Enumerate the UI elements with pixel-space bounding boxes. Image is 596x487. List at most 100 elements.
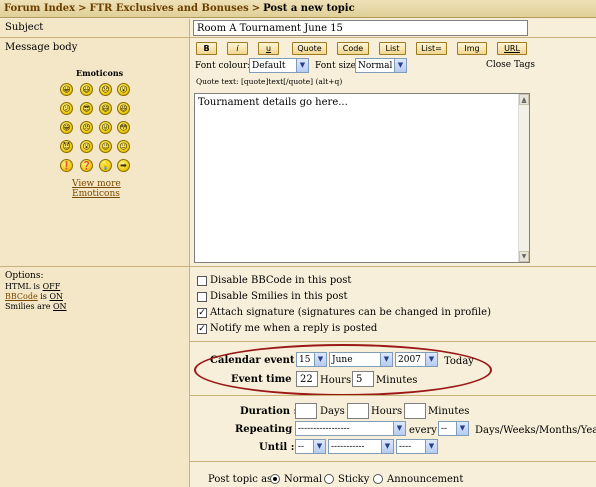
duration-minutes-label: Minutes: [428, 406, 470, 417]
view-more-emoticons-link[interactable]: View more: [72, 179, 121, 189]
duration-days-input[interactable]: [295, 403, 317, 419]
emoticon-icon[interactable]: 😁: [60, 121, 73, 134]
duration-minutes-input[interactable]: [404, 403, 426, 419]
emoticon-icon[interactable]: 😮: [80, 140, 93, 153]
quote-hint: Quote text: [quote]text[/quote] (alt+q): [196, 77, 343, 86]
emoticon-icon[interactable]: 😆: [117, 102, 130, 115]
subject-input[interactable]: [193, 20, 528, 36]
post-announcement-label: Announcement: [387, 474, 464, 485]
emoticon-icon[interactable]: 😠: [80, 121, 93, 134]
underline-button[interactable]: u: [258, 42, 279, 55]
bbcode-status: BBCode is ON: [5, 292, 64, 301]
disable-bbcode-label: Disable BBCode in this post: [210, 275, 352, 286]
emoticon-icon[interactable]: 😈: [60, 140, 73, 153]
italic-button[interactable]: i: [227, 42, 248, 55]
chevron-down-icon: ▼: [456, 422, 468, 435]
breadcrumb-separator: >: [78, 3, 87, 14]
post-topic-as-label: Post topic as:: [208, 474, 276, 485]
font-size-select[interactable]: Normal ▼: [355, 58, 407, 73]
notify-reply-checkbox[interactable]: ✓: [197, 324, 207, 334]
post-sticky-radio[interactable]: [324, 474, 334, 484]
notify-reply-label: Notify me when a reply is posted: [210, 323, 378, 334]
font-size-label: Font size:: [315, 61, 360, 71]
duration-hours-input[interactable]: [347, 403, 369, 419]
bbcode-link[interactable]: BBCode: [5, 292, 38, 301]
bold-button[interactable]: B: [196, 42, 217, 55]
until-day-select[interactable]: -- ▼: [295, 439, 326, 454]
message-body-label: Message body: [5, 42, 78, 53]
chevron-down-icon: ▼: [313, 440, 325, 453]
attach-signature-checkbox[interactable]: ✓: [197, 308, 207, 318]
attach-signature-label: Attach signature (signatures can be chan…: [210, 307, 491, 318]
emoticon-icon[interactable]: 😕: [60, 102, 73, 115]
until-year-select[interactable]: ---- ▼: [396, 439, 438, 454]
highlight-ellipse: [194, 344, 492, 396]
font-colour-label: Font colour:: [195, 61, 251, 71]
post-sticky-label: Sticky: [338, 474, 370, 485]
emoticon-icon[interactable]: ❓: [80, 159, 93, 172]
repeat-unit-label: Days/Weeks/Months/Years: [475, 425, 596, 436]
emoticon-icon[interactable]: 😳: [117, 121, 130, 134]
smilies-status: Smilies are ON: [5, 302, 67, 311]
textarea-scrollbar[interactable]: ▲ ▼: [518, 94, 529, 262]
divider: [190, 341, 596, 342]
code-button[interactable]: Code: [337, 42, 369, 55]
scroll-down-icon[interactable]: ▼: [519, 251, 529, 262]
quote-button[interactable]: Quote: [292, 42, 327, 55]
emoticon-icon[interactable]: 😄: [99, 102, 112, 115]
chevron-down-icon: ▼: [425, 440, 437, 453]
message-body-textarea[interactable]: Tournament details go here... ▲ ▼: [194, 93, 530, 263]
emoticon-icon[interactable]: 😃: [80, 83, 93, 96]
divider: [190, 395, 596, 396]
breadcrumb-forum[interactable]: FTR Exclusives and Bonuses: [89, 3, 248, 14]
breadcrumb: Forum Index > FTR Exclusives and Bonuses > P…: [0, 0, 596, 18]
post-topic-page: Forum Index > FTR Exclusives and Bonuses > P…: [0, 0, 596, 487]
repeating-label: Repeating :: [235, 424, 300, 435]
post-announcement-radio[interactable]: [373, 474, 383, 484]
close-tags-link[interactable]: Close Tags: [486, 60, 535, 70]
duration-label: Duration :: [240, 406, 298, 417]
chevron-down-icon: ▼: [381, 440, 393, 453]
disable-smilies-label: Disable Smilies in this post: [210, 291, 348, 302]
emoticon-icon[interactable]: ❗: [60, 159, 73, 172]
until-label: Until :: [259, 442, 295, 453]
subject-label: Subject: [5, 22, 44, 33]
breadcrumb-separator: >: [251, 3, 261, 14]
chevron-down-icon: ▼: [394, 59, 406, 72]
breadcrumb-current: Post a new topic: [263, 3, 355, 14]
emoticon-icon[interactable]: ➡: [117, 159, 130, 172]
disable-bbcode-checkbox[interactable]: [197, 276, 207, 286]
emoticon-icon[interactable]: 😛: [99, 121, 112, 134]
emoticon-icon[interactable]: 😎: [80, 102, 93, 115]
list-button[interactable]: List: [379, 42, 406, 55]
disable-smilies-checkbox[interactable]: [197, 292, 207, 302]
emoticons-title: Emoticons: [76, 68, 124, 78]
divider: [190, 461, 596, 462]
chevron-down-icon: ▼: [393, 422, 405, 435]
message-body-text: Tournament details go here...: [198, 97, 348, 108]
options-label: Options:: [5, 271, 44, 281]
emoticon-icon[interactable]: 😮: [117, 83, 130, 96]
post-normal-radio[interactable]: [270, 474, 280, 484]
view-more-emoticons-link-2[interactable]: Emoticons: [72, 189, 120, 199]
every-label: every: [409, 425, 437, 436]
emoticon-icon[interactable]: 💡: [99, 159, 112, 172]
until-month-select[interactable]: ----------- ▼: [328, 439, 394, 454]
emoticon-icon[interactable]: 😉: [99, 140, 112, 153]
duration-days-label: Days: [320, 406, 345, 417]
post-normal-label: Normal: [284, 474, 323, 485]
font-colour-select[interactable]: Default ▼: [249, 58, 309, 73]
scroll-up-icon[interactable]: ▲: [519, 94, 529, 105]
emoticon-icon[interactable]: 😞: [99, 83, 112, 96]
url-button[interactable]: URL: [497, 42, 527, 55]
breadcrumb-forum-index[interactable]: Forum Index: [4, 3, 75, 14]
img-button[interactable]: Img: [457, 42, 487, 55]
list-ordered-button[interactable]: List=: [416, 42, 447, 55]
emoticon-icon[interactable]: 😀: [60, 83, 73, 96]
emoticon-icon[interactable]: 😐: [117, 140, 130, 153]
repeating-select[interactable]: ----------------- ▼: [295, 421, 406, 436]
chevron-down-icon: ▼: [296, 59, 308, 72]
every-select[interactable]: -- ▼: [438, 421, 469, 436]
duration-hours-label: Hours: [371, 406, 403, 417]
html-status: HTML is OFF: [5, 282, 61, 291]
